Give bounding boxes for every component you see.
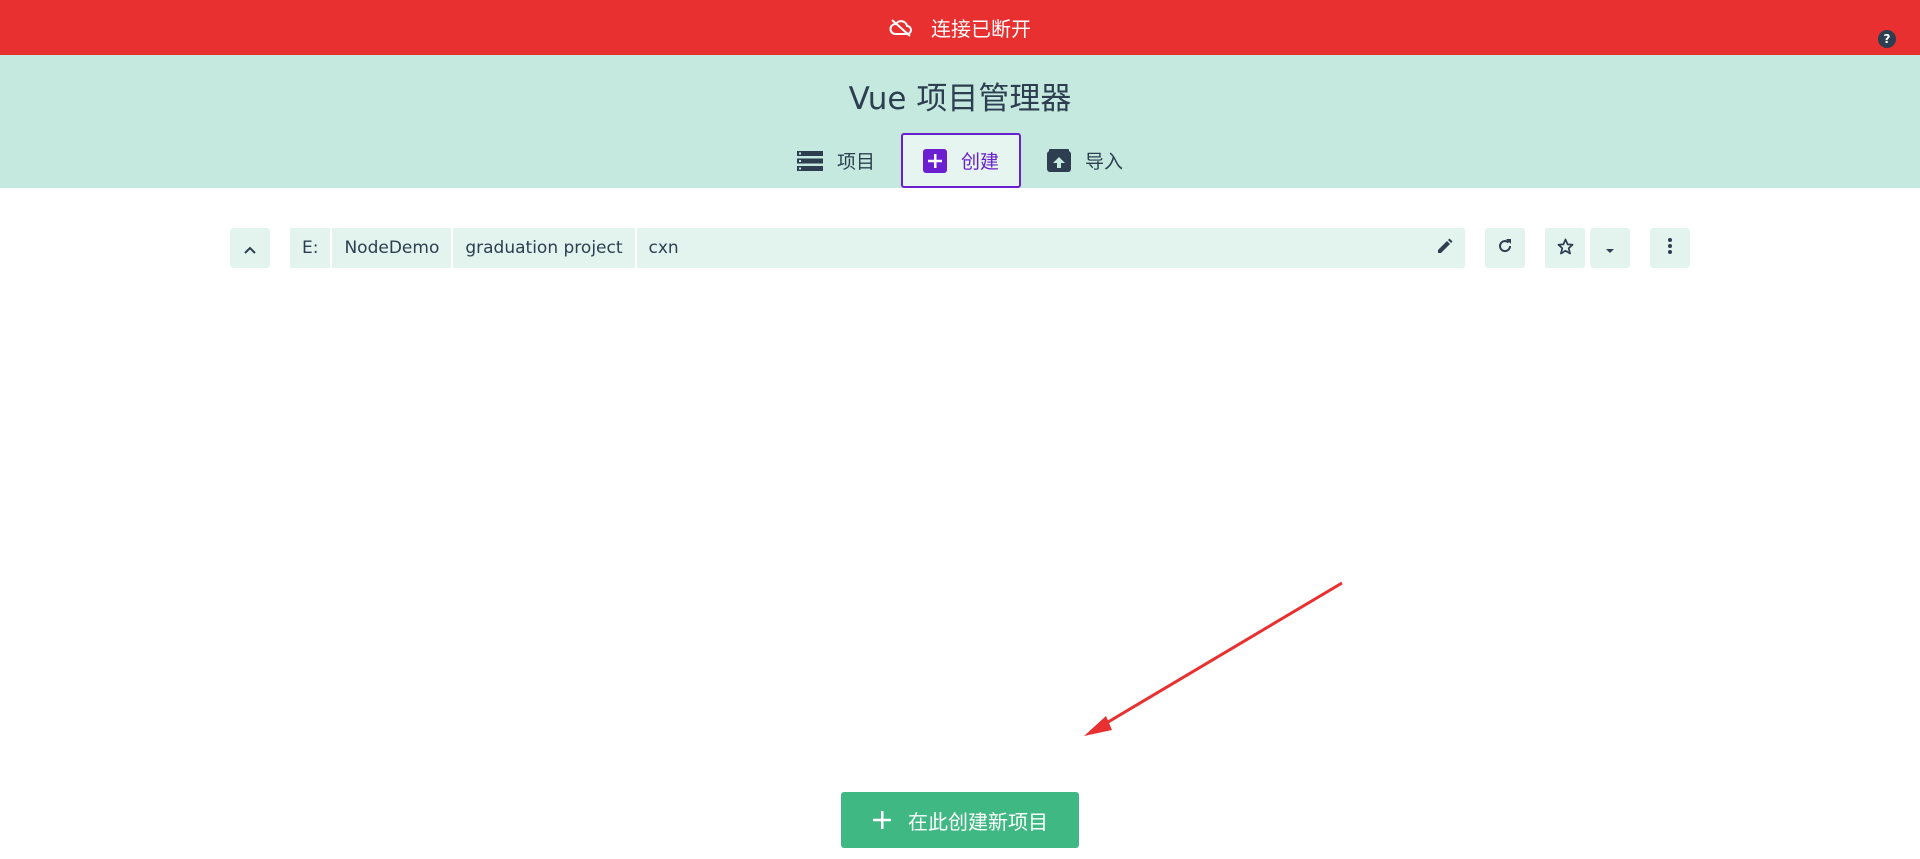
parent-folder-button[interactable] — [230, 228, 270, 268]
header: Vue 项目管理器 项目 创建 导入 — [0, 55, 1920, 188]
list-icon — [796, 150, 823, 172]
tab-import[interactable]: 导入 — [1025, 133, 1145, 188]
page-title: Vue 项目管理器 — [848, 81, 1072, 117]
create-button-label: 在此创建新项目 — [908, 809, 1048, 834]
tab-label: 创建 — [960, 151, 999, 173]
tab-create[interactable]: 创建 — [900, 133, 1021, 188]
tab-projects[interactable]: 项目 — [775, 133, 897, 188]
plus-icon — [872, 810, 892, 830]
chevron-up-icon — [244, 239, 256, 258]
main-tabs: 项目 创建 导入 — [0, 133, 1920, 188]
more-vertical-icon — [1668, 238, 1672, 258]
path-bar: E: NodeDemo graduation project cxn — [290, 228, 1465, 268]
path-segment[interactable]: cxn — [637, 228, 1425, 268]
refresh-button[interactable] — [1485, 228, 1525, 268]
more-options-button[interactable] — [1650, 228, 1690, 268]
annotation-arrow — [1084, 581, 1343, 736]
path-segment[interactable]: NodeDemo — [332, 228, 454, 268]
refresh-icon — [1497, 238, 1513, 258]
add-box-icon — [922, 148, 947, 173]
banner-text: 连接已断开 — [931, 17, 1031, 41]
import-icon — [1047, 148, 1071, 173]
favorites-dropdown-button[interactable] — [1590, 228, 1630, 268]
create-project-here-button[interactable]: 在此创建新项目 — [841, 792, 1079, 848]
connection-lost-banner: 连接已断开 — [0, 0, 1920, 55]
tab-label: 项目 — [836, 151, 875, 173]
edit-path-button[interactable] — [1425, 228, 1465, 268]
path-segment[interactable]: E: — [290, 228, 333, 268]
tab-label: 导入 — [1085, 151, 1124, 173]
star-outline-icon — [1557, 238, 1574, 259]
pencil-icon — [1436, 237, 1454, 259]
caret-down-icon — [1605, 239, 1615, 258]
path-segment[interactable]: graduation project — [453, 228, 637, 268]
cloud-off-icon — [889, 18, 913, 38]
help-icon[interactable]: ? — [1878, 30, 1896, 48]
add-favorite-button[interactable] — [1545, 228, 1585, 268]
path-toolbar — [230, 228, 270, 268]
